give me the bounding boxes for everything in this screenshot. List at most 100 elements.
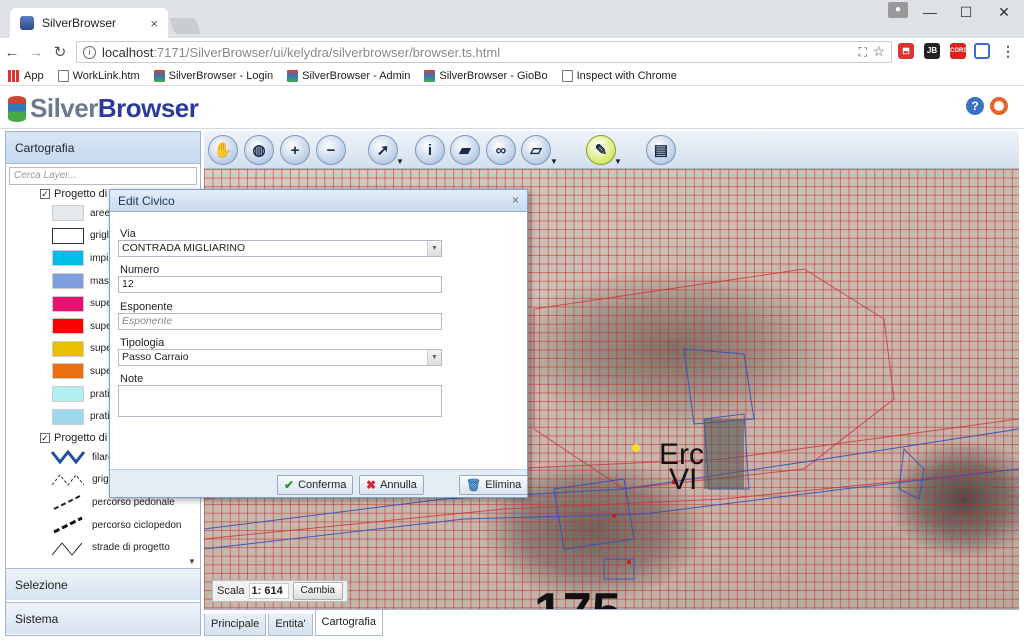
bookmark-admin[interactable]: SilverBrowser - Admin	[287, 69, 410, 82]
layer-line-style-icon	[53, 494, 83, 511]
layer-swatch	[52, 227, 84, 244]
dialog-close-icon[interactable]: ×	[512, 193, 519, 207]
cancel-x-icon: ✖	[366, 478, 377, 492]
browser-tab[interactable]: SilverBrowser ×	[10, 8, 168, 38]
annulla-button[interactable]: ✖ Annulla	[359, 475, 424, 495]
globe-icon[interactable]: ◍	[244, 135, 274, 165]
extension-screen-icon[interactable]	[974, 43, 990, 59]
new-tab-button[interactable]	[169, 18, 201, 34]
close-tab-icon[interactable]: ×	[150, 16, 158, 31]
scale-label: Scala	[217, 585, 245, 597]
layer-swatch	[52, 363, 84, 380]
profile-icon[interactable]: ●	[888, 2, 908, 18]
esponente-input[interactable]: Esponente	[118, 313, 442, 330]
layer-swatch	[52, 273, 84, 290]
layer-line-style-icon	[51, 541, 83, 556]
zoom-in-icon[interactable]: +	[280, 135, 310, 165]
info-icon[interactable]: i	[415, 135, 445, 165]
back-icon[interactable]: ←	[0, 44, 24, 61]
layer-label: strade di progetto	[92, 542, 170, 554]
translate-icon[interactable]: ⛶	[859, 45, 867, 60]
scroll-down-icon[interactable]: ▼	[188, 557, 196, 566]
silverbrowser-favicon-icon	[20, 16, 34, 30]
check-icon: ✔	[284, 478, 295, 492]
tool-dropdown-icon[interactable]: ▼	[550, 157, 558, 166]
layer-group-2-label: Progetto di	[54, 431, 108, 444]
apps-grid-icon	[8, 69, 20, 82]
address-bar[interactable]: i localhost:7171/SilverBrowser/ui/kelydr…	[76, 41, 892, 63]
note-textarea[interactable]	[118, 385, 442, 417]
reload-icon[interactable]: ↻	[48, 43, 72, 61]
ruler-icon[interactable]: ▱	[521, 135, 551, 165]
printer-icon[interactable]: ▤	[646, 135, 676, 165]
extension-jb-icon[interactable]: JB	[924, 43, 940, 59]
pencil-icon[interactable]: ✎	[586, 135, 616, 165]
layer-item[interactable]: strade di progetto	[6, 536, 200, 559]
layer-swatch	[52, 250, 84, 267]
close-window-icon[interactable]: ✕	[986, 0, 1022, 24]
layer-group-1-checkbox[interactable]: ✓	[40, 189, 50, 199]
minimize-icon[interactable]: —	[912, 0, 948, 24]
tool-dropdown-icon[interactable]: ▼	[396, 157, 404, 166]
trash-icon: 🗑	[466, 478, 482, 492]
logo-text-silver: Silver	[30, 93, 98, 123]
bookmark-app[interactable]: App	[8, 69, 44, 82]
accordion-selezione[interactable]: Selezione	[6, 568, 200, 600]
layer-group-1-label: Progetto di	[54, 188, 108, 200]
forward-icon[interactable]: →	[24, 44, 48, 61]
site-info-icon[interactable]: i	[83, 45, 96, 59]
pan-hand-icon[interactable]: ✋	[208, 135, 238, 165]
bookmarks-bar: App WorkLink.htm SilverBrowser - Login S…	[0, 66, 1024, 86]
database-icon	[153, 69, 165, 82]
accordion-cartografia[interactable]: Cartografia	[6, 132, 200, 164]
layer-line-style-icon	[53, 516, 83, 534]
bookmark-login[interactable]: SilverBrowser - Login	[153, 69, 273, 82]
binoculars-icon[interactable]: ∞	[486, 135, 516, 165]
elimina-button[interactable]: 🗑 Elimina	[459, 475, 529, 495]
database-icon	[424, 69, 436, 82]
cambia-button[interactable]: Cambia	[292, 582, 343, 600]
scale-input[interactable]: 1: 614	[248, 583, 289, 599]
layer-label: mas	[90, 275, 109, 287]
layer-swatch	[52, 318, 84, 335]
tipologia-select[interactable]: Passo Carraio ▼	[118, 349, 442, 366]
annulla-label: Annulla	[380, 479, 417, 491]
browser-navbar: ← → ↻ i localhost:7171/SilverBrowser/ui/…	[0, 38, 1024, 66]
eraser-icon[interactable]: ▰	[450, 135, 480, 165]
menu-dots-icon[interactable]: ⋮	[1000, 43, 1016, 59]
tipologia-value: Passo Carraio	[122, 351, 189, 363]
layer-swatch	[52, 295, 84, 312]
numero-input[interactable]: 12	[118, 276, 442, 293]
zoom-out-icon[interactable]: −	[316, 135, 346, 165]
tab-entita[interactable]: Entita'	[268, 614, 313, 636]
accordion-sistema[interactable]: Sistema	[6, 602, 200, 634]
tipologia-dropdown-icon[interactable]: ▼	[427, 350, 441, 365]
bookmark-worklink[interactable]: WorkLink.htm	[57, 69, 140, 82]
layer-label: grigl	[90, 230, 109, 242]
layer-swatch	[52, 340, 84, 357]
layer-label: percorso pedonale	[92, 496, 175, 508]
maximize-icon[interactable]: ☐	[948, 0, 984, 24]
bookmark-giobo[interactable]: SilverBrowser - GioBo	[424, 69, 548, 82]
layer-group-2-checkbox[interactable]: ✓	[40, 432, 50, 443]
via-select[interactable]: CONTRADA MIGLIARINO ▼	[118, 240, 442, 257]
esponente-label: Esponente	[120, 301, 173, 313]
bookmark-inspect[interactable]: Inspect with Chrome	[561, 69, 677, 82]
help-icon[interactable]: ?	[966, 97, 984, 115]
extension-cors-icon[interactable]: CORS	[950, 43, 967, 59]
via-dropdown-icon[interactable]: ▼	[427, 241, 441, 256]
bookmark-star-icon[interactable]: ☆	[872, 43, 885, 60]
layer-search-input[interactable]: Cerca Layer...	[9, 167, 197, 185]
via-value: CONTRADA MIGLIARINO	[122, 242, 246, 254]
tab-cartografia[interactable]: Cartografia	[314, 610, 383, 636]
tipologia-label: Tipologia	[120, 337, 165, 349]
support-lifebuoy-icon[interactable]	[990, 97, 1008, 115]
select-arrow-icon[interactable]: ➚	[368, 135, 398, 165]
tab-principale[interactable]: Principale	[204, 614, 267, 636]
conferma-button[interactable]: ✔ Conferma	[277, 475, 354, 495]
dialog-title-bar[interactable]: Edit Civico ×	[110, 190, 527, 212]
layer-item[interactable]: percorso ciclopedon	[6, 514, 200, 537]
extension-red-icon[interactable]: ⬒	[898, 43, 914, 59]
tool-dropdown-icon[interactable]: ▼	[614, 157, 622, 166]
page-icon	[561, 69, 573, 82]
